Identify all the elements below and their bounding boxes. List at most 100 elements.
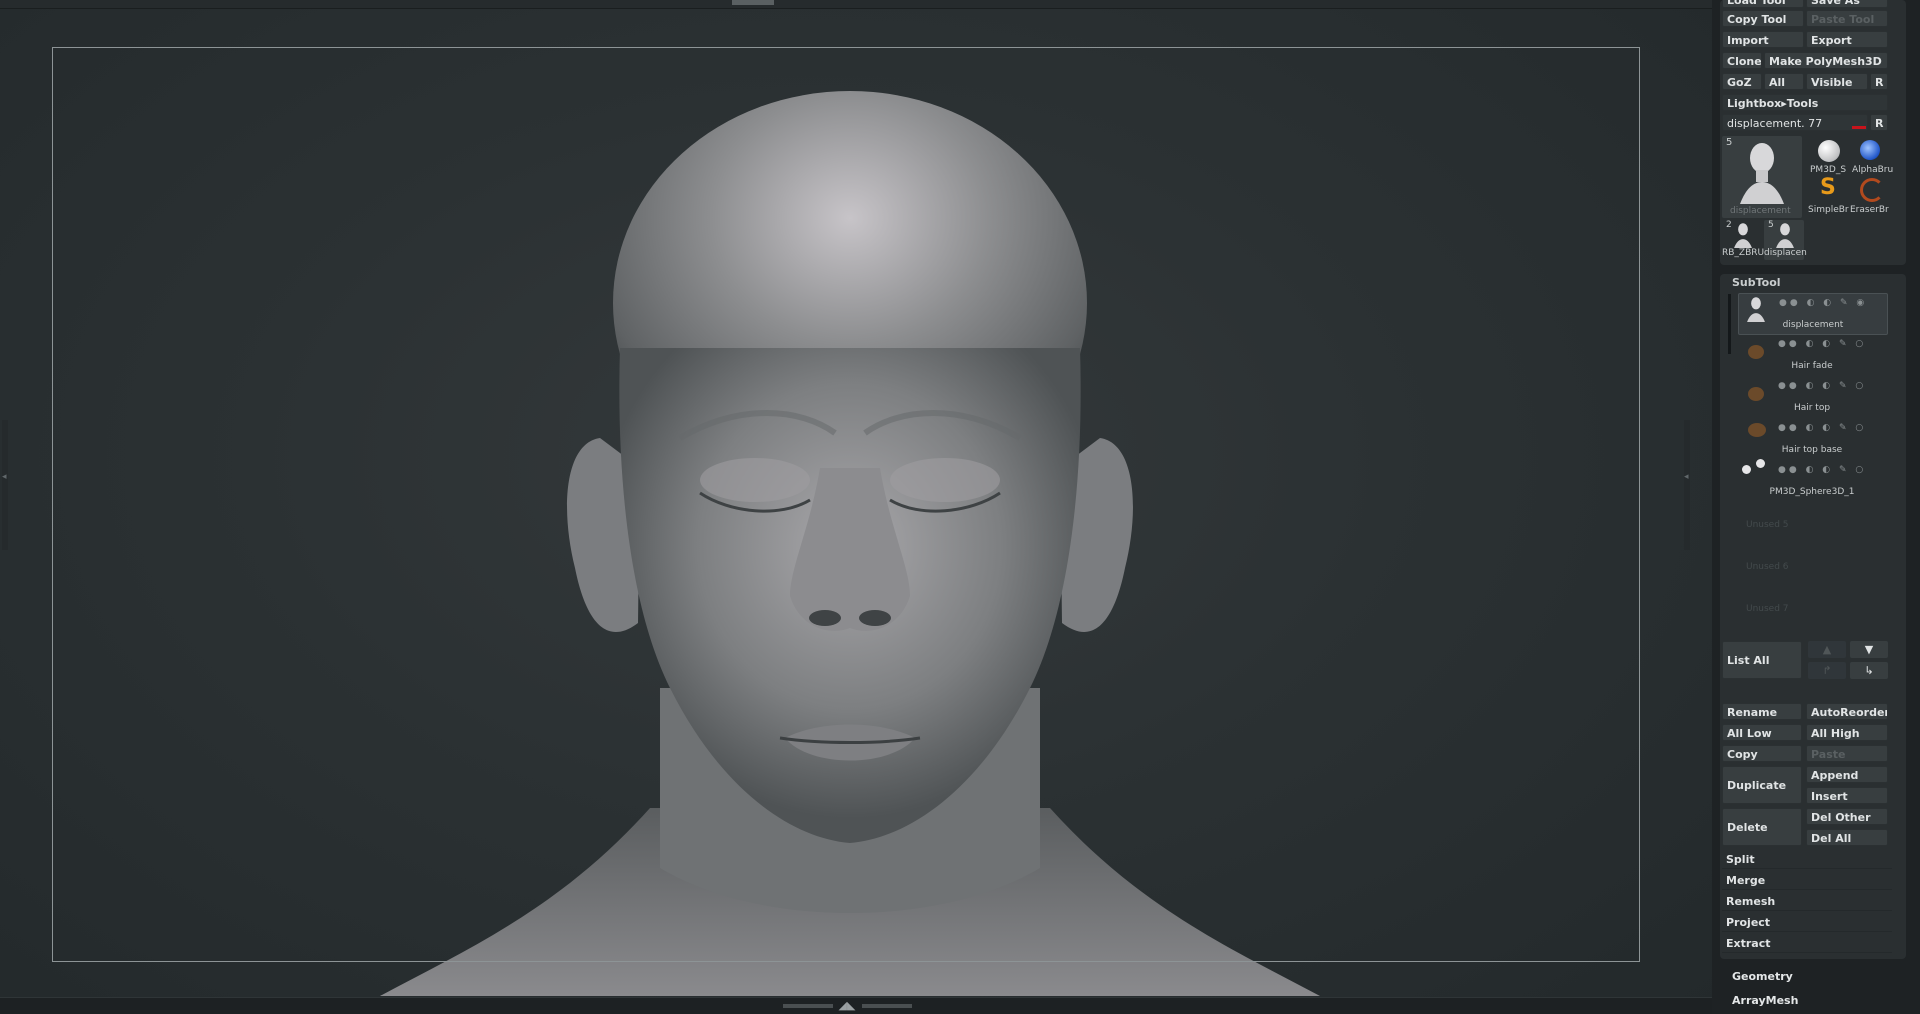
bust-icon: [1734, 223, 1752, 248]
left-tray-arrow-icon: ◂: [2, 472, 7, 482]
tool-thumb-sphere[interactable]: PM3D_S: [1808, 137, 1848, 177]
all-low-button[interactable]: All Low: [1722, 724, 1802, 741]
tool-thumb-label: SimpleBr: [1808, 205, 1849, 215]
rename-button[interactable]: Rename: [1722, 703, 1802, 720]
main-thumb-label: displacement: [1730, 206, 1791, 216]
subtool-unused-slot: Unused 6: [1746, 562, 1789, 572]
subtool-item-name: Hair fade: [1791, 361, 1833, 371]
subtool-item-name: Hair top base: [1781, 445, 1843, 455]
eyeball-icon: [1756, 459, 1765, 468]
import-button[interactable]: Import: [1722, 31, 1804, 48]
simple-brush-icon: S: [1820, 175, 1836, 200]
all-high-button[interactable]: All High: [1806, 724, 1888, 741]
tool-thumb-label: PM3D_S: [1810, 165, 1847, 175]
subtool-scrollbar[interactable]: [1728, 294, 1731, 354]
small-thumb-count: 2: [1726, 220, 1732, 230]
current-tool-r-button[interactable]: R: [1870, 114, 1888, 131]
subtool-palette: SubTool ●● ◐ ◐ ✎ ◉ displacement ●● ◐ ◐ ✎…: [1720, 274, 1906, 959]
remesh-button[interactable]: Remesh: [1722, 892, 1892, 911]
document-frame: [52, 47, 1640, 962]
tool-thumb-label: AlphaBru: [1852, 165, 1894, 175]
alpha-brush-icon: [1860, 140, 1880, 160]
paste-tool-button[interactable]: Paste Tool: [1806, 10, 1888, 27]
right-tray-arrow-icon: ◂: [1684, 472, 1689, 482]
append-button[interactable]: Append: [1806, 766, 1888, 783]
eraser-brush-icon: [1860, 178, 1884, 202]
move-up-arrow-icon[interactable]: ▲: [1808, 641, 1846, 658]
split-button[interactable]: Split: [1722, 850, 1892, 869]
tool-thumb-simplebrush[interactable]: S SimpleBr: [1808, 175, 1849, 216]
goz-button[interactable]: GoZ: [1722, 73, 1762, 90]
subtool-controls-icon[interactable]: ●● ◐ ◐ ✎ ○: [1778, 423, 1866, 433]
current-tool-slider[interactable]: displacement. 77: [1722, 114, 1868, 131]
right-tool-panel: Load Tool Save As Copy Tool Paste Tool I…: [1712, 0, 1920, 1014]
tool-thumb-label: EraserBr: [1850, 205, 1889, 215]
hair-icon: [1748, 345, 1764, 359]
subtool-item-pm3d-sphere[interactable]: ●● ◐ ◐ ✎ ○ PM3D_Sphere3D_1: [1738, 459, 1886, 501]
copy-button[interactable]: Copy: [1722, 745, 1802, 762]
autoreorder-button[interactable]: AutoReorder: [1806, 703, 1888, 720]
move-down-arrow-icon[interactable]: ▼: [1850, 641, 1888, 658]
top-scrollbar-thumb[interactable]: [732, 0, 774, 5]
bottom-scrollbar[interactable]: ◢◣: [0, 997, 1712, 1014]
eyeball-icon: [1742, 465, 1751, 474]
hair-icon: [1748, 387, 1764, 401]
goz-r-button[interactable]: R: [1870, 73, 1888, 90]
subtool-item-displacement[interactable]: ●● ◐ ◐ ✎ ◉ displacement: [1738, 293, 1888, 335]
tool-thumb-displacement[interactable]: 5 displacen: [1764, 220, 1807, 260]
arraymesh-section[interactable]: ArrayMesh: [1732, 994, 1798, 1007]
delete-button[interactable]: Delete: [1722, 808, 1802, 846]
small-thumb-label: displacen: [1764, 248, 1807, 258]
del-all-button[interactable]: Del All: [1806, 829, 1888, 846]
subtool-controls-icon[interactable]: ●● ◐ ◐ ✎ ◉: [1779, 298, 1867, 308]
duplicate-button[interactable]: Duplicate: [1722, 766, 1802, 804]
small-thumb-count: 5: [1768, 220, 1774, 230]
paste-button[interactable]: Paste: [1806, 745, 1888, 762]
subtool-item-hair-fade[interactable]: ●● ◐ ◐ ✎ ○ Hair fade: [1738, 335, 1886, 375]
move-up-step-icon[interactable]: ↱: [1808, 662, 1846, 679]
tool-palette: Load Tool Save As Copy Tool Paste Tool I…: [1720, 0, 1906, 265]
subtool-item-hair-top[interactable]: ●● ◐ ◐ ✎ ○ Hair top: [1738, 377, 1886, 417]
lightbox-tools-button[interactable]: Lightbox▸Tools: [1722, 94, 1888, 111]
main-tool-thumbnail[interactable]: 5 displacement: [1722, 136, 1802, 218]
subtool-unused-slot: Unused 5: [1746, 520, 1789, 530]
tool-thumb-rb-zbrush[interactable]: 2 RB_ZBRU: [1722, 220, 1765, 260]
extract-button[interactable]: Extract: [1722, 934, 1892, 953]
subtool-item-name: Hair top: [1793, 403, 1831, 413]
bottom-tray-toggle-icon[interactable]: ◢◣: [835, 998, 859, 1014]
project-button[interactable]: Project: [1722, 913, 1892, 932]
export-button[interactable]: Export: [1806, 31, 1888, 48]
subtool-controls-icon[interactable]: ●● ◐ ◐ ✎ ○: [1778, 381, 1866, 391]
load-tool-button[interactable]: Load Tool: [1722, 0, 1804, 8]
tool-thumb-eraserbrush[interactable]: EraserBr: [1850, 175, 1890, 215]
canvas-viewport[interactable]: ◂ ◂ ◢◣: [0, 0, 1712, 1014]
del-other-button[interactable]: Del Other: [1806, 808, 1888, 825]
subtool-item-hair-top-base[interactable]: ●● ◐ ◐ ✎ ○ Hair top base: [1738, 419, 1886, 459]
bust-icon: [1776, 223, 1794, 248]
current-tool-red-marker: [1852, 126, 1866, 129]
insert-button[interactable]: Insert: [1806, 787, 1888, 804]
move-down-step-icon[interactable]: ↳: [1850, 662, 1888, 679]
right-tray-handle[interactable]: ◂: [1684, 420, 1690, 550]
small-thumb-label: RB_ZBRU: [1722, 248, 1765, 258]
geometry-section[interactable]: Geometry: [1732, 970, 1793, 983]
clone-button[interactable]: Clone: [1722, 52, 1762, 69]
bottom-scroll-right[interactable]: [862, 1004, 912, 1008]
make-polymesh-button[interactable]: Make PolyMesh3D: [1764, 52, 1888, 69]
top-scrollbar[interactable]: [0, 0, 1712, 9]
goz-visible-button[interactable]: Visible: [1806, 73, 1868, 90]
main-thumb-count: 5: [1726, 137, 1733, 148]
tool-thumb-alphabrush[interactable]: AlphaBru: [1850, 137, 1894, 177]
save-as-button[interactable]: Save As: [1806, 0, 1888, 8]
bust-icon: [1747, 297, 1765, 322]
sphere-icon: [1818, 140, 1840, 162]
subtool-title[interactable]: SubTool: [1732, 276, 1781, 289]
bottom-scroll-left[interactable]: [783, 1004, 833, 1008]
subtool-controls-icon[interactable]: ●● ◐ ◐ ✎ ○: [1778, 339, 1866, 349]
list-all-button[interactable]: List All: [1722, 641, 1802, 679]
goz-all-button[interactable]: All: [1764, 73, 1804, 90]
copy-tool-button[interactable]: Copy Tool: [1722, 10, 1804, 27]
left-tray-handle[interactable]: ◂: [2, 420, 8, 550]
subtool-controls-icon[interactable]: ●● ◐ ◐ ✎ ○: [1778, 465, 1866, 475]
merge-button[interactable]: Merge: [1722, 871, 1892, 890]
